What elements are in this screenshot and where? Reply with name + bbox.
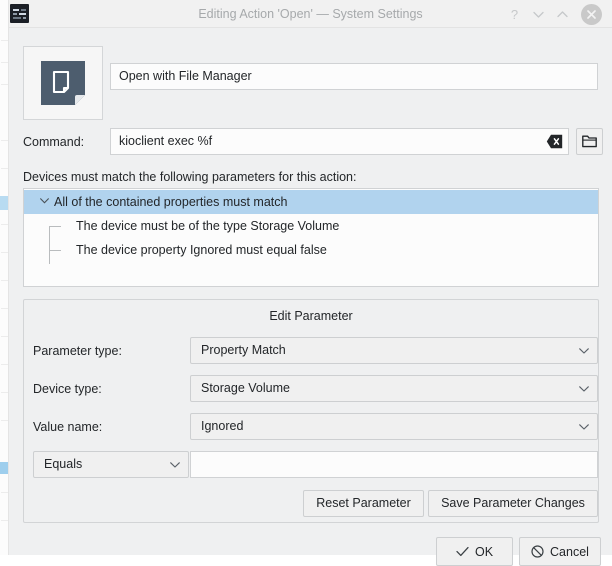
document-page-icon — [39, 59, 87, 107]
value-name-value: Ignored — [201, 414, 571, 439]
tree-item-root[interactable]: All of the contained properties must mat… — [24, 190, 598, 214]
ok-button-label: OK — [475, 545, 493, 559]
maximize-button[interactable] — [553, 5, 572, 24]
tree-item-device-type[interactable]: The device must be of the type Storage V… — [24, 214, 598, 238]
parameter-type-value: Property Match — [201, 338, 571, 363]
value-name-label: Value name: — [33, 415, 102, 439]
command-label: Command: — [23, 132, 84, 152]
command-input-value: kioclient exec %f — [119, 129, 538, 154]
value-name-select[interactable]: Ignored — [190, 413, 598, 440]
chevron-down-icon — [579, 348, 589, 354]
title-bar: Editing Action 'Open' — System Settings … — [9, 0, 612, 28]
close-button[interactable] — [581, 4, 602, 25]
chevron-down-icon — [579, 424, 589, 430]
action-icon-button[interactable] — [23, 46, 103, 120]
svg-text:?: ? — [511, 7, 518, 22]
background-window-sliver — [0, 0, 9, 555]
tree-item-label: The device property Ignored must equal f… — [76, 238, 327, 262]
clear-text-icon[interactable] — [546, 134, 563, 149]
operator-select[interactable]: Equals — [33, 451, 189, 478]
cancel-button-label: Cancel — [550, 545, 589, 559]
operator-value: Equals — [44, 452, 162, 477]
tree-item-label: All of the contained properties must mat… — [54, 190, 287, 214]
device-parameters-tree[interactable]: All of the contained properties must mat… — [23, 188, 599, 287]
cancel-button[interactable]: Cancel — [519, 537, 601, 566]
cancel-circle-icon — [531, 545, 544, 558]
parameter-type-label: Parameter type: — [33, 339, 122, 363]
chevron-down-icon — [170, 462, 180, 468]
editing-action-dialog: Editing Action 'Open' — System Settings … — [9, 0, 612, 555]
command-input[interactable]: kioclient exec %f — [110, 128, 569, 155]
minimize-button[interactable] — [529, 5, 548, 24]
dialog-body: Open with File Manager Command: kioclien… — [9, 28, 612, 555]
device-type-select[interactable]: Storage Volume — [190, 375, 598, 402]
check-icon — [456, 546, 469, 557]
device-type-value: Storage Volume — [201, 376, 571, 401]
edit-parameter-title: Edit Parameter — [24, 307, 598, 325]
tree-item-device-property[interactable]: The device property Ignored must equal f… — [24, 238, 598, 262]
chevron-down-icon[interactable] — [40, 198, 49, 204]
chevron-down-icon — [579, 386, 589, 392]
tree-item-label: The device must be of the type Storage V… — [76, 214, 339, 238]
save-parameter-changes-button[interactable]: Save Parameter Changes — [428, 490, 598, 517]
parameter-value-input[interactable] — [190, 451, 598, 478]
ok-button[interactable]: OK — [436, 537, 513, 566]
action-name-input[interactable]: Open with File Manager — [110, 63, 598, 90]
parameter-type-select[interactable]: Property Match — [190, 337, 598, 364]
device-type-label: Device type: — [33, 377, 102, 401]
devices-caption: Devices must match the following paramet… — [23, 167, 356, 187]
browse-command-button[interactable] — [576, 128, 603, 155]
help-button[interactable]: ? — [505, 5, 524, 24]
folder-open-icon — [582, 134, 597, 149]
reset-parameter-button[interactable]: Reset Parameter — [303, 490, 424, 517]
